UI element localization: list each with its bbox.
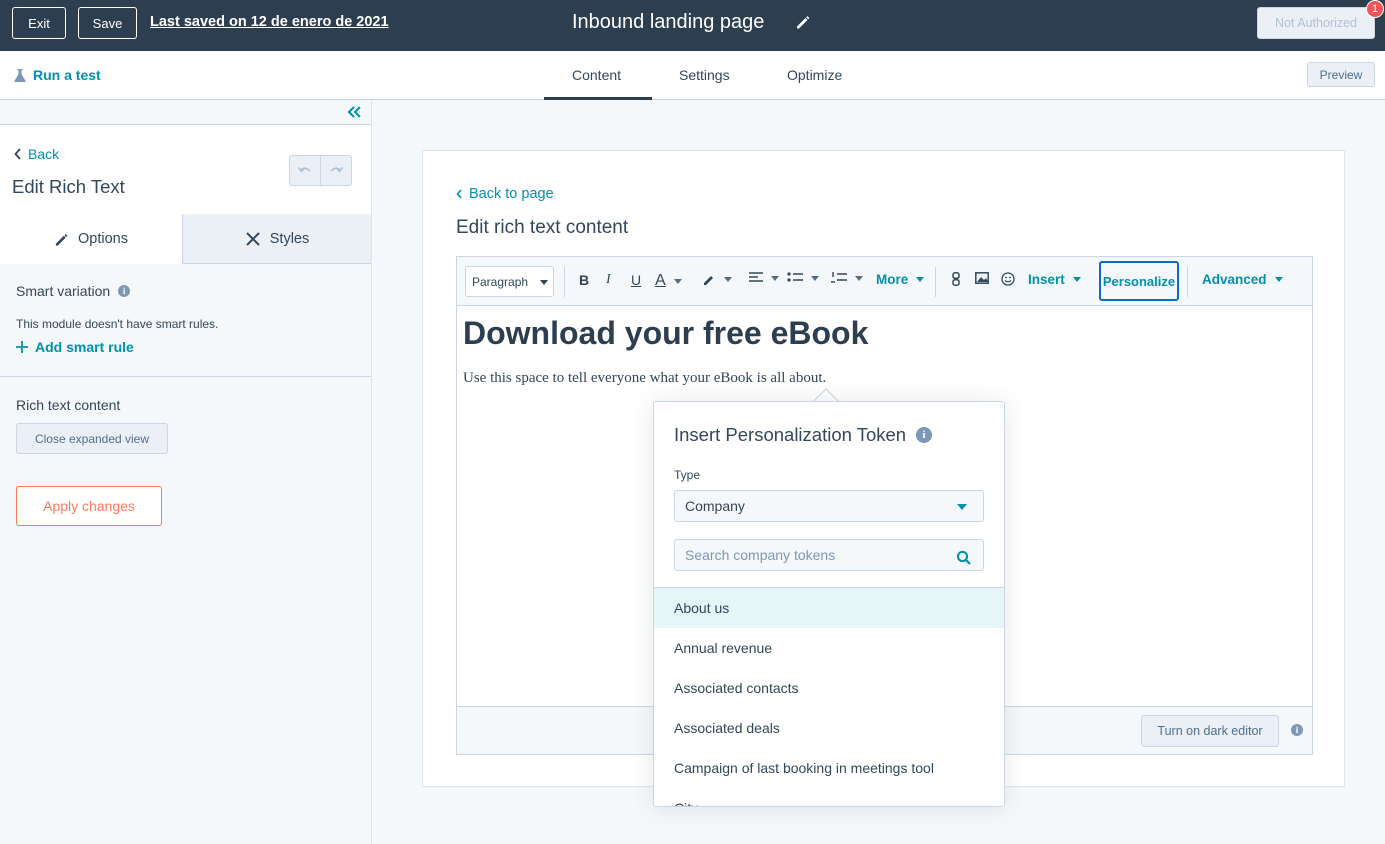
- advanced-menu[interactable]: Advanced: [1202, 272, 1283, 287]
- underline-icon[interactable]: U: [631, 272, 641, 288]
- advanced-label: Advanced: [1202, 272, 1267, 287]
- popover-title-text: Insert Personalization Token: [674, 424, 907, 445]
- more-label: More: [876, 272, 909, 287]
- chevron-left-icon: [456, 189, 462, 199]
- type-label: Type: [674, 468, 701, 482]
- run-test-label: Run a test: [33, 67, 101, 83]
- not-authorized-button[interactable]: Not Authorized: [1257, 7, 1375, 39]
- undo-icon[interactable]: [290, 156, 321, 185]
- caret-down-icon: [957, 504, 967, 510]
- token-item[interactable]: Annual revenue: [654, 628, 1004, 668]
- apply-changes-button[interactable]: Apply changes: [16, 486, 162, 526]
- page-title: Inbound landing page: [572, 11, 765, 33]
- module-title: Edit Rich Text: [12, 176, 125, 197]
- link-icon[interactable]: [951, 272, 961, 286]
- smart-variation-label: Smart variation: [16, 283, 111, 299]
- rich-text-content-label: Rich text content: [16, 397, 121, 413]
- type-select[interactable]: Company: [674, 490, 984, 522]
- info-icon[interactable]: i: [916, 427, 933, 443]
- token-item[interactable]: Campaign of last booking in meetings too…: [654, 748, 1004, 788]
- align-icon[interactable]: [749, 272, 779, 284]
- last-saved-link[interactable]: Last saved on 12 de enero de 2021: [150, 14, 389, 30]
- content-paragraph[interactable]: Use this space to tell everyone what you…: [463, 370, 826, 387]
- tab-settings[interactable]: Settings: [679, 67, 730, 83]
- tab-options-label: Options: [78, 231, 128, 247]
- personalize-button[interactable]: Personalize: [1099, 261, 1179, 301]
- info-icon[interactable]: i: [118, 285, 131, 297]
- insert-label: Insert: [1028, 272, 1065, 287]
- paintbrush-icon: [246, 231, 260, 246]
- token-item[interactable]: Associated contacts: [654, 668, 1004, 708]
- left-sidebar: Back Edit Rich Text Options Styles Smart…: [0, 100, 372, 844]
- tab-content[interactable]: Content: [572, 67, 621, 83]
- more-menu[interactable]: More: [876, 272, 925, 287]
- save-button[interactable]: Save: [78, 7, 137, 39]
- caret-down-icon: [540, 280, 548, 285]
- paragraph-format-value: Paragraph: [472, 274, 529, 289]
- back-link[interactable]: Back: [14, 146, 59, 162]
- text-color-icon[interactable]: A: [655, 272, 682, 290]
- pencil-icon: [55, 233, 68, 246]
- search-icon[interactable]: [955, 548, 973, 566]
- sidebar-collapse-row: [0, 100, 371, 125]
- edit-title-pencil-icon[interactable]: [795, 14, 811, 30]
- insert-menu[interactable]: Insert: [1028, 272, 1081, 287]
- type-select-value: Company: [685, 498, 745, 514]
- smart-rules-note: This module doesn't have smart rules.: [16, 317, 219, 331]
- token-search-input[interactable]: [675, 540, 945, 570]
- toolbar-separator: [935, 267, 936, 297]
- double-chevron-left-icon[interactable]: [346, 104, 362, 120]
- toolbar-separator: [1187, 267, 1188, 297]
- divider: [0, 376, 371, 377]
- tab-options[interactable]: Options: [0, 214, 183, 264]
- italic-icon[interactable]: I: [606, 272, 611, 288]
- back-label: Back: [28, 146, 60, 162]
- plus-icon: [16, 341, 28, 353]
- back-to-page-link[interactable]: Back to page: [456, 186, 554, 202]
- numbered-list-icon[interactable]: [831, 272, 863, 284]
- info-icon[interactable]: i: [1291, 724, 1303, 736]
- dark-editor-button[interactable]: Turn on dark editor: [1141, 715, 1279, 747]
- emoji-icon[interactable]: [1001, 272, 1015, 286]
- editor-subbar: Run a test Content Settings Optimize Pre…: [0, 51, 1385, 100]
- tab-styles[interactable]: Styles: [183, 214, 371, 264]
- token-item[interactable]: Associated deals: [654, 708, 1004, 748]
- add-smart-rule-label: Add smart rule: [35, 339, 134, 355]
- add-smart-rule-link[interactable]: Add smart rule: [16, 339, 134, 355]
- tab-styles-label: Styles: [269, 230, 310, 247]
- personalization-token-popover: Insert Personalization Token i Type Comp…: [653, 401, 1005, 807]
- flask-icon: [14, 68, 26, 82]
- editor-title: Edit rich text content: [456, 217, 629, 238]
- top-nav-bar: Exit Save Last saved on 12 de enero de 2…: [0, 0, 1385, 51]
- preview-button[interactable]: Preview: [1307, 62, 1375, 87]
- redo-icon[interactable]: [321, 156, 351, 185]
- image-icon[interactable]: [975, 272, 989, 284]
- token-search-field: [674, 539, 984, 571]
- options-styles-tabs: Options Styles: [0, 214, 371, 264]
- tab-optimize[interactable]: Optimize: [787, 67, 842, 83]
- run-test-link[interactable]: Run a test: [14, 67, 101, 83]
- token-item[interactable]: About us: [654, 588, 1004, 628]
- undo-redo-group: [289, 155, 352, 186]
- token-item[interactable]: City: [654, 788, 1004, 806]
- token-list: About us Annual revenue Associated conta…: [654, 588, 1004, 806]
- bullet-list-icon[interactable]: [787, 272, 819, 284]
- active-tab-indicator: [544, 97, 652, 100]
- module-header: Back Edit Rich Text: [0, 125, 371, 214]
- smart-variation-heading: Smart variation i: [16, 283, 131, 299]
- editor-toolbar: Paragraph B I U A More Insert Personaliz…: [457, 257, 1312, 306]
- highlight-icon[interactable]: [702, 272, 732, 286]
- content-heading[interactable]: Download your free eBook: [463, 315, 868, 352]
- back-to-page-label: Back to page: [469, 186, 554, 202]
- exit-button[interactable]: Exit: [12, 7, 66, 39]
- chevron-left-icon: [14, 148, 21, 160]
- bold-icon[interactable]: B: [579, 272, 589, 288]
- notification-badge: 1: [1366, 0, 1384, 18]
- toolbar-separator: [564, 267, 565, 297]
- close-expanded-view-button[interactable]: Close expanded view: [16, 423, 168, 454]
- popover-title: Insert Personalization Token i: [674, 424, 933, 446]
- paragraph-format-select[interactable]: Paragraph: [465, 266, 554, 297]
